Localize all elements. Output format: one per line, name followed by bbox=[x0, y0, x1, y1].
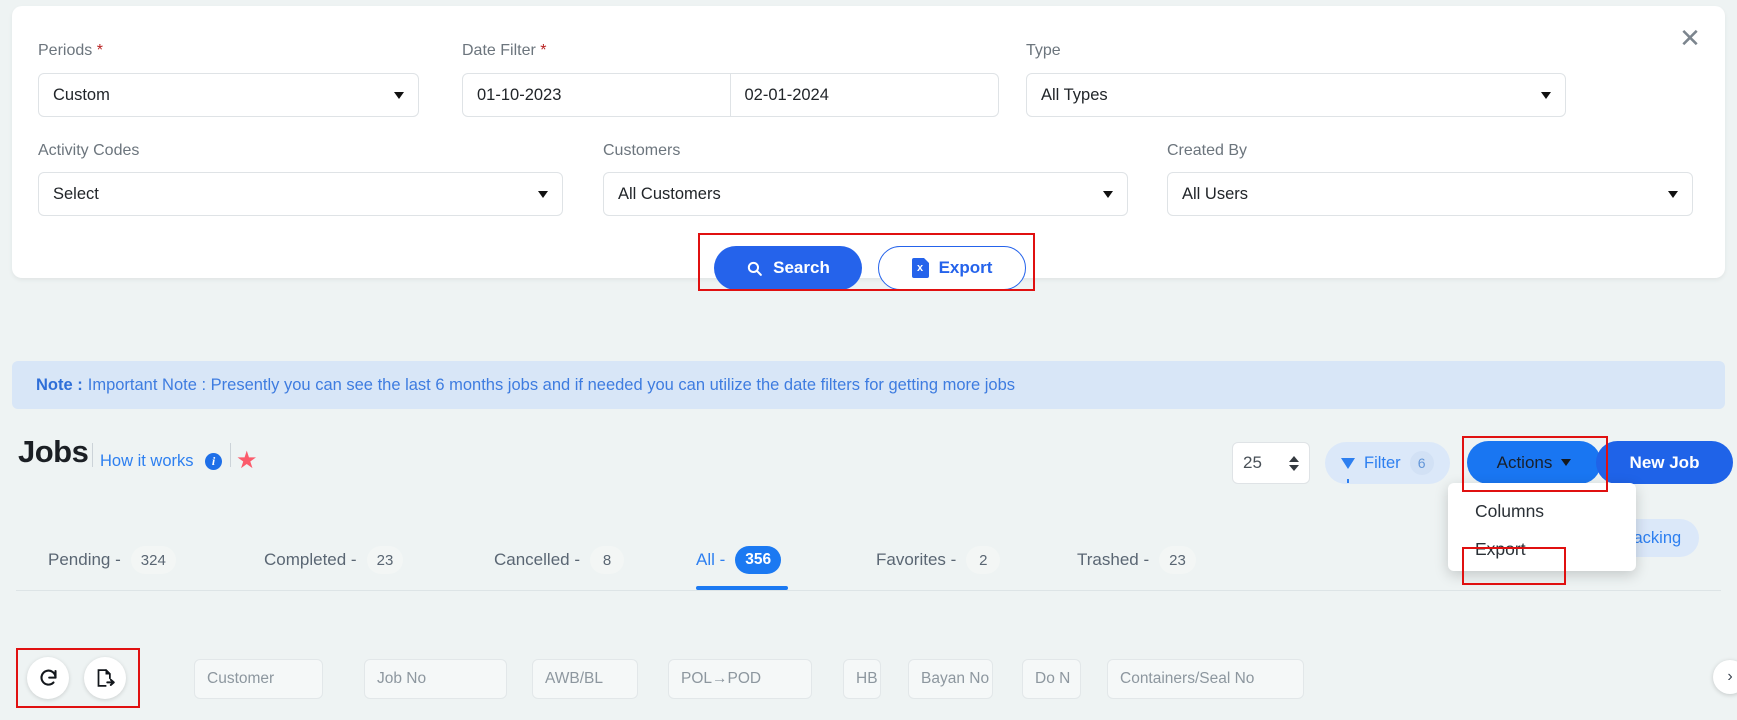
periods-select[interactable]: Custom bbox=[38, 73, 419, 117]
column-filter-job-no-placeholder: Job No bbox=[377, 670, 427, 687]
note-text: Important Note : Presently you can see t… bbox=[87, 375, 1016, 394]
column-filter-bayan-no[interactable]: Bayan No bbox=[908, 659, 993, 699]
tab-all-label: All - bbox=[696, 550, 726, 569]
column-filter-job-no[interactable]: Job No bbox=[364, 659, 507, 699]
required-marker: * bbox=[92, 42, 103, 59]
actions-dropdown-menu: Columns Export bbox=[1448, 483, 1636, 571]
tab-cancelled-count: 8 bbox=[590, 546, 624, 574]
new-job-button[interactable]: New Job bbox=[1596, 441, 1733, 484]
note-prefix: Note : bbox=[36, 375, 83, 394]
column-filter-pol-pod-placeholder: POL→POD bbox=[681, 670, 762, 687]
page-size-value: 25 bbox=[1243, 453, 1262, 472]
stepper-arrows-icon[interactable] bbox=[1289, 455, 1299, 471]
filter-count-badge: 6 bbox=[1409, 451, 1434, 475]
tab-completed-label: Completed - bbox=[264, 550, 357, 569]
menu-item-columns[interactable]: Columns bbox=[1448, 492, 1636, 530]
new-job-label: New Job bbox=[1629, 452, 1700, 472]
page-size-stepper[interactable]: 25 bbox=[1232, 442, 1310, 484]
chevron-down-icon bbox=[1561, 459, 1572, 466]
column-filter-do-no[interactable]: Do N bbox=[1022, 659, 1081, 699]
type-select[interactable]: All Types bbox=[1026, 73, 1566, 117]
how-it-works-link[interactable]: How it works bbox=[100, 452, 194, 471]
tab-favorites[interactable]: Favorites - 2 bbox=[876, 531, 1001, 589]
active-tab-underline bbox=[696, 586, 788, 590]
title-divider-2 bbox=[230, 443, 231, 467]
column-filter-bayan-no-placeholder: Bayan No bbox=[921, 670, 990, 687]
column-filter-customer[interactable]: Customer bbox=[194, 659, 323, 699]
date-filter-range[interactable]: 01-10-2023 02-01-2024 bbox=[462, 73, 999, 117]
column-filter-containers-seal-no[interactable]: Containers/Seal No bbox=[1107, 659, 1304, 699]
column-filter-hb-placeholder: HB bbox=[856, 670, 878, 687]
tab-favorites-count: 2 bbox=[966, 546, 1001, 574]
page-title: Jobs bbox=[18, 434, 89, 469]
date-to-input[interactable]: 02-01-2024 bbox=[731, 74, 999, 116]
chevron-down-icon bbox=[538, 190, 548, 198]
title-divider bbox=[92, 443, 93, 467]
info-icon[interactable]: i bbox=[205, 453, 222, 470]
chevron-down-icon bbox=[394, 91, 404, 99]
tab-cancelled[interactable]: Cancelled - 8 bbox=[494, 531, 624, 589]
column-filter-awb-bl-placeholder: AWB/BL bbox=[545, 670, 603, 687]
tab-pending-label: Pending - bbox=[48, 550, 121, 569]
tab-cancelled-label: Cancelled - bbox=[494, 550, 580, 569]
activity-codes-select[interactable]: Select bbox=[38, 172, 563, 216]
created-by-label: Created By bbox=[1167, 142, 1248, 159]
required-marker: * bbox=[535, 42, 547, 59]
chevron-down-icon bbox=[1541, 91, 1551, 99]
filter-panel: ✕ Periods * Custom Date Filter * 01-10-2… bbox=[12, 6, 1725, 278]
activity-codes-label: Activity Codes bbox=[38, 142, 140, 159]
tab-favorites-label: Favorites - bbox=[876, 550, 957, 569]
search-icon bbox=[747, 261, 763, 276]
customers-select[interactable]: All Customers bbox=[603, 172, 1128, 216]
file-export-icon bbox=[97, 669, 115, 687]
refresh-button[interactable] bbox=[27, 657, 69, 699]
star-icon[interactable]: ★ bbox=[236, 449, 258, 473]
tab-trashed-count: 23 bbox=[1159, 546, 1196, 574]
tab-completed-count: 23 bbox=[366, 546, 404, 574]
chevron-down-icon bbox=[1103, 190, 1113, 198]
type-label: Type bbox=[1026, 42, 1061, 59]
filter-chip-label: Filter bbox=[1364, 453, 1401, 472]
customers-label: Customers bbox=[603, 142, 681, 159]
tab-all[interactable]: All - 356 bbox=[696, 531, 788, 590]
column-filter-hb[interactable]: HB bbox=[843, 659, 881, 699]
chevron-down-icon bbox=[1668, 190, 1678, 198]
tab-trashed[interactable]: Trashed - 23 bbox=[1077, 531, 1196, 589]
export-button-label: Export bbox=[938, 258, 993, 277]
funnel-icon bbox=[1341, 457, 1355, 483]
tab-pending[interactable]: Pending - 324 bbox=[48, 531, 176, 589]
scroll-right-button[interactable]: › bbox=[1713, 660, 1737, 694]
refresh-icon bbox=[39, 669, 57, 686]
tab-completed[interactable]: Completed - 23 bbox=[264, 531, 404, 589]
actions-button-label: Actions bbox=[1496, 452, 1553, 472]
column-filter-customer-placeholder: Customer bbox=[207, 670, 275, 687]
search-button[interactable]: Search bbox=[714, 246, 862, 290]
column-filter-pol-pod[interactable]: POL→POD bbox=[668, 659, 812, 699]
tab-all-count: 356 bbox=[735, 546, 782, 574]
search-button-label: Search bbox=[773, 258, 830, 277]
close-icon[interactable]: ✕ bbox=[1677, 25, 1703, 52]
menu-item-export[interactable]: Export bbox=[1448, 530, 1636, 568]
tab-trashed-label: Trashed - bbox=[1077, 550, 1150, 569]
date-from-input[interactable]: 01-10-2023 bbox=[463, 74, 731, 116]
date-filter-label: Date Filter * bbox=[462, 42, 547, 59]
periods-label: Periods * bbox=[38, 42, 103, 59]
actions-button[interactable]: Actions bbox=[1467, 441, 1601, 484]
note-bar: Note : Important Note : Presently you ca… bbox=[12, 361, 1725, 409]
filter-chip[interactable]: Filter 6 bbox=[1325, 442, 1450, 484]
column-filter-containers-seal-no-placeholder: Containers/Seal No bbox=[1120, 670, 1255, 687]
export-button[interactable]: x Export bbox=[878, 246, 1026, 290]
column-filter-do-no-placeholder: Do N bbox=[1035, 670, 1071, 687]
tab-pending-count: 324 bbox=[130, 546, 176, 574]
excel-file-icon: x bbox=[911, 258, 929, 278]
export-rows-button[interactable] bbox=[84, 657, 126, 699]
column-filter-awb-bl[interactable]: AWB/BL bbox=[532, 659, 638, 699]
created-by-select[interactable]: All Users bbox=[1167, 172, 1693, 216]
